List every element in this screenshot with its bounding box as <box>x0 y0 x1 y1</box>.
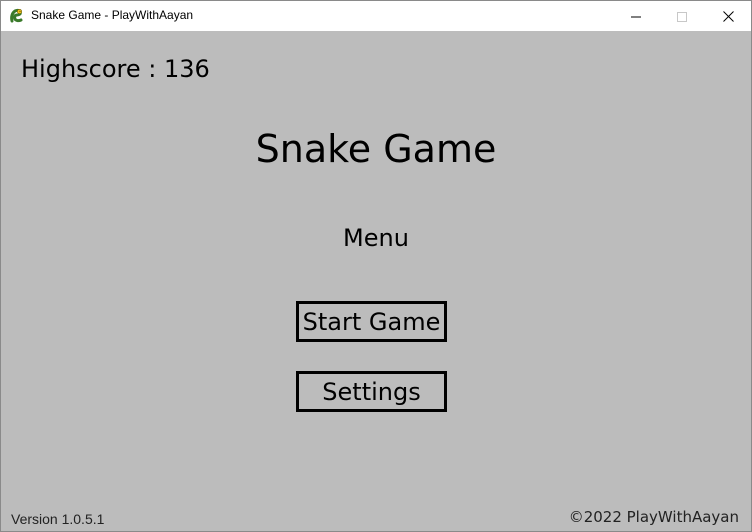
minimize-button[interactable] <box>613 1 659 31</box>
close-button[interactable] <box>705 1 751 31</box>
maximize-icon <box>677 7 687 26</box>
settings-button[interactable]: Settings <box>296 371 447 412</box>
close-icon <box>722 7 734 26</box>
pygame-snake-icon <box>9 7 25 23</box>
app-window: Snake Game - PlayWithAayan Highscore : 1… <box>0 0 752 532</box>
highscore-label: Highscore : 136 <box>21 55 210 83</box>
game-canvas: Highscore : 136 Snake Game Menu Start Ga… <box>1 31 751 531</box>
version-label: Version 1.0.5.1 <box>11 511 105 527</box>
start-game-button[interactable]: Start Game <box>296 301 447 342</box>
window-title: Snake Game - PlayWithAayan <box>31 8 194 22</box>
menu-heading: Menu <box>343 224 409 252</box>
minimize-icon <box>631 7 641 26</box>
maximize-button <box>659 1 705 31</box>
title-bar[interactable]: Snake Game - PlayWithAayan <box>1 1 751 31</box>
game-title: Snake Game <box>255 127 497 171</box>
copyright-label: ©2022 PlayWithAayan <box>568 508 739 526</box>
